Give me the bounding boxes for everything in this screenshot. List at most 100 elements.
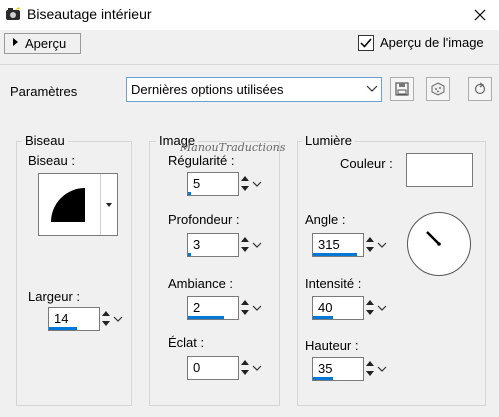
color-label: Couleur : [340,156,393,171]
ambience-dropdown-button[interactable] [251,296,263,320]
bevel-shape-label: Biseau : [28,153,75,168]
depth-value: 3 [193,237,201,252]
angle-level-bar [313,253,357,256]
width-label: Largeur : [28,289,81,304]
spin-up-icon[interactable] [241,176,249,181]
dropdown-arrow-icon [106,202,112,207]
window-title: Biseautage intérieur [27,6,152,22]
spin-down-icon[interactable] [366,247,374,252]
elevation-label: Hauteur : [305,338,359,353]
width-value: 14 [54,311,69,326]
elevation-level-bar [313,377,333,380]
spin-down-icon[interactable] [241,186,249,191]
light-group-label: Lumière [302,133,355,148]
spin-up-icon[interactable] [366,237,374,242]
spin-up-icon[interactable] [241,237,249,242]
close-button[interactable] [465,2,495,28]
dice-icon [431,82,445,96]
smoothness-input[interactable]: 5 [187,172,239,196]
angle-value: 315 [318,237,340,252]
smoothness-dropdown-button[interactable] [251,172,263,196]
intensity-level-bar [313,316,333,319]
reset-button[interactable] [468,77,492,101]
smoothness-level-bar [188,192,191,195]
spin-down-icon[interactable] [241,310,249,315]
ambience-stepper[interactable] [240,296,251,320]
separator [0,64,499,65]
depth-stepper[interactable] [240,233,251,257]
intensity-stepper[interactable] [365,296,376,320]
save-preset-button[interactable] [390,77,414,101]
title-bar: Biseautage intérieur [0,0,499,30]
depth-dropdown-button[interactable] [251,233,263,257]
smoothness-label: Régularité : [168,153,235,168]
chevron-down-icon [252,365,262,371]
elevation-dropdown-button[interactable] [376,357,388,381]
elevation-input[interactable]: 35 [312,357,364,381]
chevron-down-icon [252,305,262,311]
smoothness-stepper[interactable] [240,172,251,196]
spin-up-icon[interactable] [102,311,110,316]
spin-down-icon[interactable] [102,321,110,326]
shininess-label: Éclat : [168,335,205,350]
angle-dial[interactable] [407,212,471,276]
depth-level-bar [188,253,191,256]
presets-label: Paramètres [10,84,78,99]
floppy-disk-icon [395,82,409,96]
intensity-value: 40 [318,300,333,315]
ambience-value: 2 [193,300,201,315]
angle-needle [426,231,441,246]
light-color-swatch[interactable] [406,153,473,187]
shininess-stepper[interactable] [240,356,251,380]
chevron-down-icon [377,305,387,311]
elevation-value: 35 [318,361,333,376]
shininess-value: 0 [193,360,201,375]
close-icon [474,9,486,21]
spin-up-icon[interactable] [241,300,249,305]
ambience-label: Ambiance : [168,276,234,291]
spin-down-icon[interactable] [366,371,374,376]
shininess-input[interactable]: 0 [187,356,239,380]
ambience-input[interactable]: 2 [187,296,239,320]
shininess-dropdown-button[interactable] [251,356,263,380]
depth-input[interactable]: 3 [187,233,239,257]
preview-image-label: Aperçu de l'image [380,35,484,50]
intensity-dropdown-button[interactable] [376,296,388,320]
checkmark-icon [360,38,372,48]
spin-down-icon[interactable] [241,247,249,252]
elevation-stepper[interactable] [365,357,376,381]
bevel-group-label: Biseau [22,133,68,148]
expand-arrow-icon [13,38,18,46]
smoothness-value: 5 [193,176,201,191]
angle-stepper[interactable] [365,233,376,257]
width-stepper[interactable] [101,307,112,331]
preview-toggle-button[interactable]: Aperçu [4,33,81,54]
preview-toggle-label: Aperçu [25,36,67,51]
angle-dropdown-button[interactable] [376,233,388,257]
presets-dropdown[interactable]: Dernières options utilisées [126,77,382,102]
preview-image-checkbox[interactable] [358,35,374,51]
app-icon [6,7,20,20]
bevel-dropdown-button[interactable] [100,174,117,235]
spin-down-icon[interactable] [241,370,249,375]
width-level-bar [49,327,77,330]
chevron-down-icon [113,316,123,322]
ambience-level-bar [188,316,224,319]
spin-up-icon[interactable] [241,360,249,365]
chevron-down-icon [252,242,262,248]
bevel-shape-preview [51,188,85,222]
intensity-label: Intensité : [305,276,362,291]
angle-input[interactable]: 315 [312,233,364,257]
chevron-down-icon [377,242,387,248]
chevron-down-icon [366,85,378,92]
presets-selected: Dernières options utilisées [131,82,284,97]
width-dropdown-button[interactable] [112,307,124,331]
randomize-button[interactable] [426,77,450,101]
spin-up-icon[interactable] [366,361,374,366]
spin-down-icon[interactable] [366,310,374,315]
chevron-down-icon [252,181,262,187]
depth-label: Profondeur : [168,212,240,227]
intensity-input[interactable]: 40 [312,296,364,320]
spin-up-icon[interactable] [366,300,374,305]
width-input[interactable]: 14 [48,307,100,331]
